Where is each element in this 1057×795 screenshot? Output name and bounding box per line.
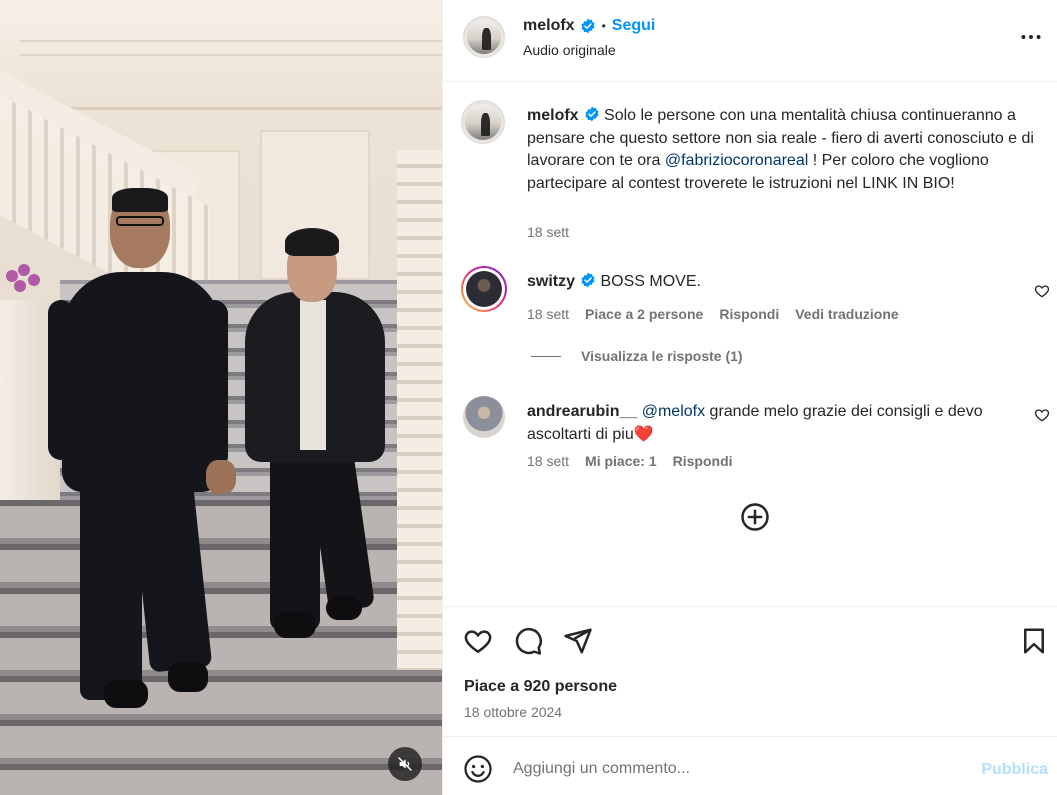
comment-date[interactable]: 18 sett [527,453,569,469]
post-panel: melofx • Segui Audio originale melofx So… [442,0,1057,795]
post-actions: Piace a 920 persone 18 ottobre 2024 [443,606,1057,736]
post-date[interactable]: 18 ottobre 2024 [464,704,562,720]
verified-badge-icon [584,106,599,122]
video-person [112,188,168,212]
add-comment-bar: Pubblica [443,736,1057,795]
comment-like-heart-icon[interactable] [1034,283,1050,299]
video-orchid [4,262,44,302]
plus-circle-icon[interactable] [740,502,770,532]
comment-translate-button[interactable]: Vedi traduzione [795,306,898,322]
likes-count[interactable]: Piace a 920 persone [464,678,617,696]
video-person [206,460,236,494]
muted-speaker-icon [398,757,412,771]
author-row: melofx • Segui [523,17,655,35]
replies-line [531,355,561,357]
commenter-avatar[interactable] [461,266,507,312]
follow-button[interactable]: Segui [612,17,656,35]
more-options-icon[interactable] [1018,24,1044,50]
video-stairs-lower [0,500,442,795]
comment-input[interactable] [513,751,953,787]
post-video[interactable] [0,0,442,795]
author-username[interactable]: melofx [523,17,575,35]
verified-badge-icon [580,18,595,34]
commenter-username[interactable]: andrearubin__ [527,403,637,420]
comment-like-heart-icon[interactable] [1034,407,1050,423]
video-person [326,596,362,620]
video-person [116,216,164,226]
comment-likes-count[interactable]: Piace a 2 persone [585,306,703,322]
comment-mention-link[interactable]: @melofx [642,403,705,420]
comment-text: switzy BOSS MOVE. [527,271,1027,294]
comment-icon[interactable] [513,626,543,656]
caption-date[interactable]: 18 sett [527,224,569,240]
video-person [285,228,339,256]
heart-emoji: ❤️ [633,425,654,443]
caption-author-avatar[interactable] [461,100,505,144]
video-person [274,612,316,638]
post-header: melofx • Segui Audio originale [443,0,1057,82]
video-ceiling [0,0,442,110]
video-person [168,662,208,692]
share-icon[interactable] [563,626,593,656]
view-replies-label: Visualizza le risposte (1) [581,348,743,364]
view-replies-button[interactable]: Visualizza le risposte (1) [531,348,743,364]
caption-username[interactable]: melofx [527,107,579,124]
caption-text: melofx Solo le persone con una mentalità… [527,105,1037,195]
verified-badge-icon [581,272,595,288]
bookmark-icon[interactable] [1019,626,1049,656]
author-avatar[interactable] [463,16,505,58]
video-person [104,680,148,708]
comment-meta: 18 sett Mi piace: 1 Rispondi [527,453,733,469]
commenter-username[interactable]: switzy [527,273,575,290]
video-person [300,300,326,450]
separator-dot: • [601,19,606,33]
video-right-balustrade [397,150,442,670]
comment-body: BOSS MOVE. [596,273,701,290]
emoji-icon[interactable] [463,754,493,784]
comment-reply-button[interactable]: Rispondi [673,453,733,469]
publish-button[interactable]: Pubblica [981,761,1048,779]
comment-reply-button[interactable]: Rispondi [719,306,779,322]
video-person [62,272,222,492]
comment-date[interactable]: 18 sett [527,306,569,322]
audio-label[interactable]: Audio originale [523,42,616,58]
caption-mention-link[interactable]: @fabriziocoronareal [665,152,808,169]
comment-likes-count[interactable]: Mi piace: 1 [585,453,657,469]
heart-icon[interactable] [463,626,493,656]
mute-toggle-button[interactable] [388,747,422,781]
comment-text: andrearubin__ @melofx grande melo grazie… [527,401,1027,446]
commenter-avatar[interactable] [463,396,505,438]
comment-meta: 18 sett Piace a 2 persone Rispondi Vedi … [527,306,899,322]
